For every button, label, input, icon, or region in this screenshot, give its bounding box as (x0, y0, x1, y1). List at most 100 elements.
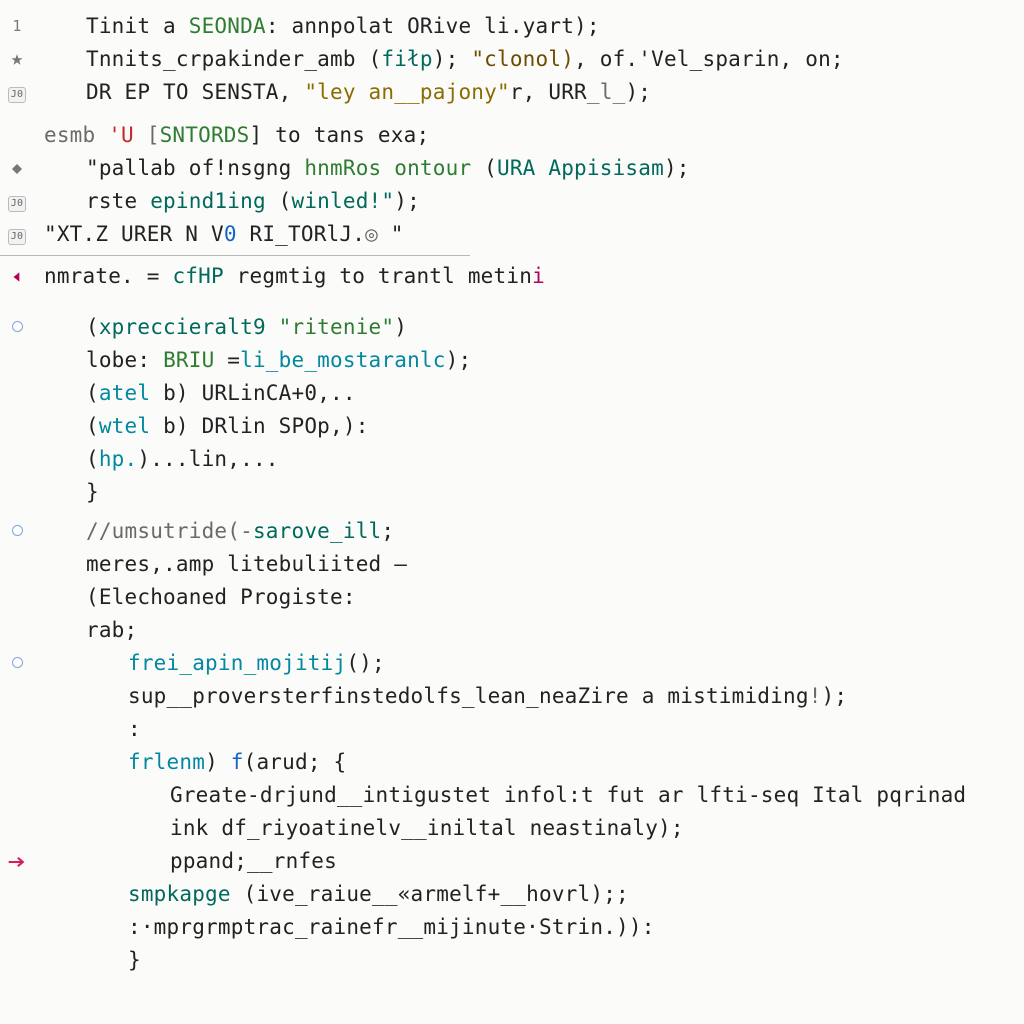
code-line-content[interactable]: (wtel b) DRlin SPOp,): (34, 410, 1024, 443)
spacer (0, 109, 1024, 119)
code-line-content[interactable]: frei_apin_mojitij(); (34, 647, 1024, 680)
token: ( (86, 381, 99, 405)
breakpoint-empty-icon[interactable] (0, 311, 34, 344)
token (266, 315, 279, 339)
code-line[interactable]: } (0, 476, 1024, 509)
token: nmrate. = (44, 264, 172, 288)
code-line-content[interactable]: smpkapge (ive_raiue__«armelf+__hovrl);; (34, 878, 1024, 911)
breakpoint-empty-icon[interactable] (0, 515, 34, 548)
token: sarove_ill (253, 519, 381, 543)
code-line[interactable]: (Elechoaned Progiste: (0, 581, 1024, 614)
code-line[interactable]: ppand;__rnfes (0, 845, 1024, 878)
token: ] to tans exa; (250, 123, 430, 147)
code-line-content[interactable]: //umsutride(-sarove_ill; (34, 515, 1024, 548)
code-line-content[interactable]: "XT.Z URER N V0 RI_TORlJ.◎ " (34, 218, 1024, 251)
gutter-badge[interactable]: J0 (0, 185, 34, 218)
code-line[interactable]: smpkapge (ive_raiue__«armelf+__hovrl);; (0, 878, 1024, 911)
code-line-content[interactable]: (atel b) URLinCA+0,.. (34, 377, 1024, 410)
breakpoint-empty-icon[interactable] (0, 647, 34, 680)
star-icon[interactable] (0, 43, 34, 76)
code-line[interactable]: esmb 'U [SNTORDS] to tans exa; (0, 119, 1024, 152)
token: frlenm (128, 750, 205, 774)
code-line[interactable]: (hp.)...lin,... (0, 443, 1024, 476)
code-line-content[interactable]: frlenm) f(arud; { (34, 746, 1024, 779)
code-line[interactable]: : (0, 713, 1024, 746)
token: winled!" (292, 189, 395, 213)
code-line[interactable]: (wtel b) DRlin SPOp,): (0, 410, 1024, 443)
code-line-content[interactable]: sup__proversterfinstedolfs_lean_neaZire … (34, 680, 1024, 713)
code-line[interactable]: rab; (0, 614, 1024, 647)
code-line[interactable]: } (0, 944, 1024, 977)
token: rab; (86, 618, 137, 642)
code-line[interactable]: lobe: BRIU =li_be_mostaranlc); (0, 344, 1024, 377)
arrow-right-icon[interactable] (0, 845, 34, 878)
token: BRIU (163, 348, 214, 372)
token: } (128, 948, 141, 972)
code-line-content[interactable]: meres,.amp litebuliited – (34, 548, 1024, 581)
token: lobe: (86, 348, 163, 372)
spacer (0, 293, 1024, 311)
code-line[interactable]: sup__proversterfinstedolfs_lean_neaZire … (0, 680, 1024, 713)
code-line[interactable]: //umsutride(-sarove_ill; (0, 515, 1024, 548)
code-line-content[interactable]: nmrate. = cfHP regmtig to trantl metini (34, 260, 1024, 293)
code-line[interactable]: meres,.amp litebuliited – (0, 548, 1024, 581)
token: ,.. (317, 381, 356, 405)
code-line-content[interactable]: ink df_riyoatinelv__iniltal neastinaly); (34, 812, 1024, 845)
token: " (378, 222, 404, 246)
code-line-content[interactable]: (Elechoaned Progiste: (34, 581, 1024, 614)
token: ); (394, 189, 420, 213)
token: ( (86, 447, 99, 471)
code-line-content[interactable]: (hp.)...lin,... (34, 443, 1024, 476)
token: ); (446, 348, 472, 372)
token: ive_raiue__«armelf+__hovrl (256, 882, 590, 906)
code-line-content[interactable]: rste epind1ing (winled!"); (34, 185, 1024, 218)
code-line[interactable]: frlenm) f(arud; { (0, 746, 1024, 779)
code-line[interactable]: nmrate. = cfHP regmtig to trantl metini (0, 260, 1024, 293)
token: , of.'Vel_sparin, on; (574, 47, 844, 71)
caret-left-icon[interactable] (0, 260, 34, 293)
code-line[interactable]: (xpreccieralt9 "ritenie") (0, 311, 1024, 344)
token: ,): (330, 414, 369, 438)
code-line-content[interactable]: :·mprgrmptrac_rainefr__mijinute·Strin.))… (34, 911, 1024, 944)
token: ( (86, 414, 99, 438)
gutter-badge[interactable]: J0 (0, 218, 34, 251)
token: "pallab of (86, 156, 214, 180)
code-editor[interactable]: 1Tinit a SEONDA: annpolat ORive li.yart)… (0, 0, 1024, 1024)
code-line-content[interactable]: esmb 'U [SNTORDS] to tans exa; (34, 119, 1024, 152)
code-line-content[interactable]: : (34, 713, 1024, 746)
diamond-icon[interactable] (0, 152, 34, 185)
code-line[interactable]: Tnnits_crpakinder_amb (fiłp); "clonol), … (0, 43, 1024, 76)
code-line-content[interactable]: (xpreccieralt9 "ritenie") (34, 311, 1024, 344)
gutter-badge[interactable]: J0 (0, 76, 34, 109)
token: hnmRos ontour (304, 156, 484, 180)
code-line[interactable]: "pallab of!nsgng hnmRos ontour (URA Appi… (0, 152, 1024, 185)
token: sup__proversterfinstedolfs_lean_neaZire … (128, 684, 809, 708)
code-line[interactable]: frei_apin_mojitij(); (0, 647, 1024, 680)
code-line-content[interactable]: lobe: BRIU =li_be_mostaranlc); (34, 344, 1024, 377)
token: ( (86, 585, 99, 609)
code-line[interactable]: 1Tinit a SEONDA: annpolat ORive li.yart)… (0, 10, 1024, 43)
code-line[interactable]: Greate-drjund__intigustet infol:t fut ar… (0, 779, 1024, 812)
code-line-content[interactable]: Tinit a SEONDA: annpolat ORive li.yart); (34, 10, 1024, 43)
line-number[interactable]: 1 (0, 10, 34, 43)
circle-icon (12, 321, 23, 332)
code-line-content[interactable]: } (34, 476, 1024, 509)
code-line-content[interactable]: Tnnits_crpakinder_amb (fiłp); "clonol), … (34, 43, 1024, 76)
code-line[interactable]: J0DR EP TO SENSTA, "ley an__pajony"r, UR… (0, 76, 1024, 109)
code-line[interactable]: J0"XT.Z URER N V0 RI_TORlJ.◎ " (0, 218, 1024, 251)
gutter-badge-text: J0 (8, 196, 26, 212)
star-icon (10, 43, 24, 76)
code-line[interactable]: :·mprgrmptrac_rainefr__mijinute·Strin.))… (0, 911, 1024, 944)
code-line-content[interactable]: DR EP TO SENSTA, "ley an__pajony"r, URR_… (34, 76, 1024, 109)
code-line-content[interactable]: Greate-drjund__intigustet infol:t fut ar… (34, 779, 1024, 812)
code-line-content[interactable]: "pallab of!nsgng hnmRos ontour (URA Appi… (34, 152, 1024, 185)
token: regmtig to trantl metin (224, 264, 532, 288)
token: URA Appisisam (497, 156, 664, 180)
code-line[interactable]: ink df_riyoatinelv__iniltal neastinaly); (0, 812, 1024, 845)
code-line[interactable]: (atel b) URLinCA+0,.. (0, 377, 1024, 410)
code-line[interactable]: J0 rste epind1ing (winled!"); (0, 185, 1024, 218)
code-line-content[interactable]: rab; (34, 614, 1024, 647)
code-line-content[interactable]: ppand;__rnfes (34, 845, 1024, 878)
token: ; (381, 519, 394, 543)
code-line-content[interactable]: } (34, 944, 1024, 977)
